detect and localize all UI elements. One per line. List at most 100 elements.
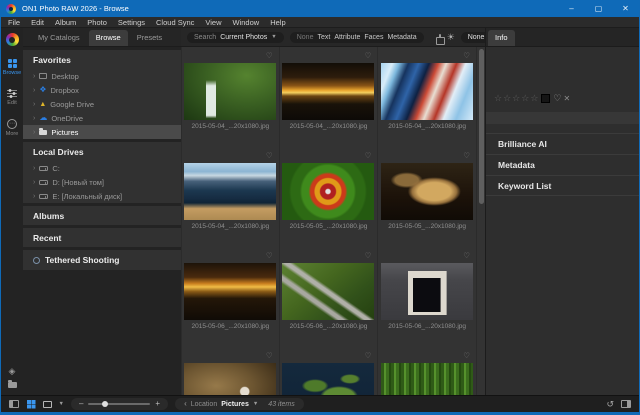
tab-my-catalogs[interactable]: My Catalogs (31, 30, 87, 46)
favorite-heart-icon[interactable]: ♡ (463, 251, 470, 260)
disclosure-icon[interactable]: › (33, 179, 35, 186)
maximize-button[interactable]: ▢ (585, 0, 612, 17)
photo-thumbnail-seascape[interactable] (184, 163, 277, 220)
menu-view[interactable]: View (205, 17, 221, 28)
star-icon[interactable]: ☆ (494, 93, 502, 104)
disclosure-icon[interactable]: › (33, 87, 35, 94)
favorite-heart-icon[interactable]: ♡ (266, 151, 273, 160)
photo-thumbnail-panorama[interactable] (184, 363, 277, 395)
star-icon[interactable]: ☆ (521, 93, 529, 104)
detail-view-icon[interactable] (42, 400, 52, 408)
disclosure-icon[interactable]: › (33, 193, 35, 200)
menu-file[interactable]: File (8, 17, 20, 28)
menu-help[interactable]: Help (270, 17, 285, 28)
section-metadata[interactable]: Metadata (486, 154, 639, 175)
photo-thumbnail-forest[interactable] (381, 363, 474, 395)
photo-thumbnail-winding-road[interactable] (282, 263, 375, 320)
favorite-heart-icon[interactable]: ♡ (365, 151, 372, 160)
menu-settings[interactable]: Settings (118, 17, 145, 28)
photo-thumbnail-spiral[interactable] (282, 163, 375, 220)
star-icon[interactable]: ☆ (530, 93, 538, 104)
sidebar-item-pictures[interactable]: › Pictures (23, 125, 181, 139)
filter-attribute[interactable]: Attribute (334, 34, 360, 41)
close-button[interactable]: ✕ (612, 0, 639, 17)
star-icon[interactable]: ☆ (503, 93, 511, 104)
favorites-header[interactable]: Favorites (23, 50, 181, 69)
soft-proof-icon[interactable]: ☀ (447, 32, 455, 42)
photo-thumbnail-sunset-field[interactable] (184, 263, 277, 320)
disclosure-icon[interactable]: › (33, 115, 35, 122)
back-chevron-icon[interactable]: ‹ (184, 400, 187, 408)
new-folder-icon[interactable] (7, 380, 17, 388)
favorite-heart-icon[interactable]: ♡ (266, 251, 273, 260)
favorite-heart-icon[interactable]: ♡ (365, 51, 372, 60)
zoom-in-icon[interactable]: + (155, 400, 160, 408)
photo-thumbnail-carp-streamers[interactable] (381, 63, 474, 120)
module-browse[interactable]: Browse (3, 59, 21, 76)
menu-window[interactable]: Window (233, 17, 260, 28)
filter-text[interactable]: Text (317, 34, 330, 41)
local-drives-header[interactable]: Local Drives (23, 142, 181, 161)
module-edit[interactable]: Edit (7, 89, 17, 106)
recent-header[interactable]: Recent (23, 228, 181, 247)
sidebar-item-dropbox[interactable]: › ❖ Dropbox (23, 83, 181, 97)
sidebar-item-onedrive[interactable]: › ☁ OneDrive (23, 111, 181, 125)
star-icon[interactable]: ☆ (512, 93, 520, 104)
photo-thumbnail-europe-map[interactable] (282, 363, 375, 395)
menu-edit[interactable]: Edit (31, 17, 44, 28)
sidebar-item-drive-c[interactable]: › C: (23, 161, 181, 175)
filter-metadata[interactable]: Metadata (387, 34, 416, 41)
toggle-left-panel-icon[interactable] (9, 400, 19, 408)
favorite-heart-icon[interactable]: ♡ (463, 151, 470, 160)
grid-view-icon[interactable] (27, 400, 31, 404)
sidebar-item-google-drive[interactable]: › ▲ Google Drive (23, 97, 181, 111)
like-heart-icon[interactable]: ♡ (553, 93, 561, 104)
photo-thumbnail-waterfall[interactable] (184, 63, 277, 120)
favorite-heart-icon[interactable]: ♡ (266, 51, 273, 60)
sidebar-item-drive-d[interactable]: › D: [Новый том] (23, 175, 181, 189)
favorite-heart-icon[interactable]: ♡ (365, 251, 372, 260)
favorite-heart-icon[interactable]: ♡ (463, 351, 470, 360)
albums-header[interactable]: Albums (23, 206, 181, 225)
minimize-button[interactable]: – (558, 0, 585, 17)
plugin-icon[interactable]: ◈ (9, 366, 16, 377)
slider-track[interactable] (88, 401, 151, 408)
filter-none[interactable]: None (297, 34, 314, 41)
tab-presets[interactable]: Presets (130, 30, 169, 46)
refresh-icon[interactable]: ↺ (606, 399, 614, 409)
compare-icon[interactable] (436, 34, 446, 45)
tethered-shooting-header[interactable]: Tethered Shooting (23, 250, 181, 270)
slider-knob[interactable] (102, 401, 109, 408)
menu-album[interactable]: Album (55, 17, 76, 28)
grid-scrollbar[interactable] (479, 49, 484, 204)
favorite-heart-icon[interactable]: ♡ (365, 351, 372, 360)
sidebar-item-drive-e[interactable]: › E: [Локальный диск] (23, 189, 181, 203)
section-keyword-list[interactable]: Keyword List (486, 175, 639, 196)
menu-cloud-sync[interactable]: Cloud Sync (156, 17, 194, 28)
favorite-heart-icon[interactable]: ♡ (463, 51, 470, 60)
photo-thumbnail-sunset-valley[interactable] (282, 63, 375, 120)
module-more[interactable]: ⋯ More (6, 119, 18, 137)
search-scope-dropdown[interactable]: Search Current Photos ▼ (187, 31, 284, 43)
disclosure-icon[interactable]: › (33, 165, 35, 172)
filter-faces[interactable]: Faces (364, 34, 383, 41)
toggle-right-panel-icon[interactable] (621, 400, 631, 408)
menu-photo[interactable]: Photo (87, 17, 107, 28)
disclosure-icon[interactable]: › (33, 129, 35, 136)
location-breadcrumb[interactable]: ‹ Location Pictures ▼ 43 items (175, 398, 304, 410)
reject-icon[interactable]: ✕ (563, 94, 570, 103)
disclosure-icon[interactable]: › (33, 73, 35, 80)
favorite-heart-icon[interactable]: ♡ (266, 351, 273, 360)
tab-browse[interactable]: Browse (88, 30, 128, 46)
view-chevron-icon[interactable]: ▼ (59, 401, 64, 407)
photo-thumbnail-black-door[interactable] (381, 263, 474, 320)
color-label-swatch[interactable] (541, 93, 551, 103)
photo-thumbnail-floating-islands[interactable] (381, 163, 474, 220)
section-brilliance-ai[interactable]: Brilliance AI (486, 133, 639, 154)
sidebar-item-desktop[interactable]: › Desktop (23, 69, 181, 83)
disclosure-icon[interactable]: › (33, 101, 35, 108)
location-value[interactable]: Pictures (221, 401, 249, 408)
location-chevron-icon[interactable]: ▼ (253, 401, 258, 407)
tab-info[interactable]: Info (488, 30, 515, 46)
zoom-out-icon[interactable]: – (79, 400, 83, 408)
